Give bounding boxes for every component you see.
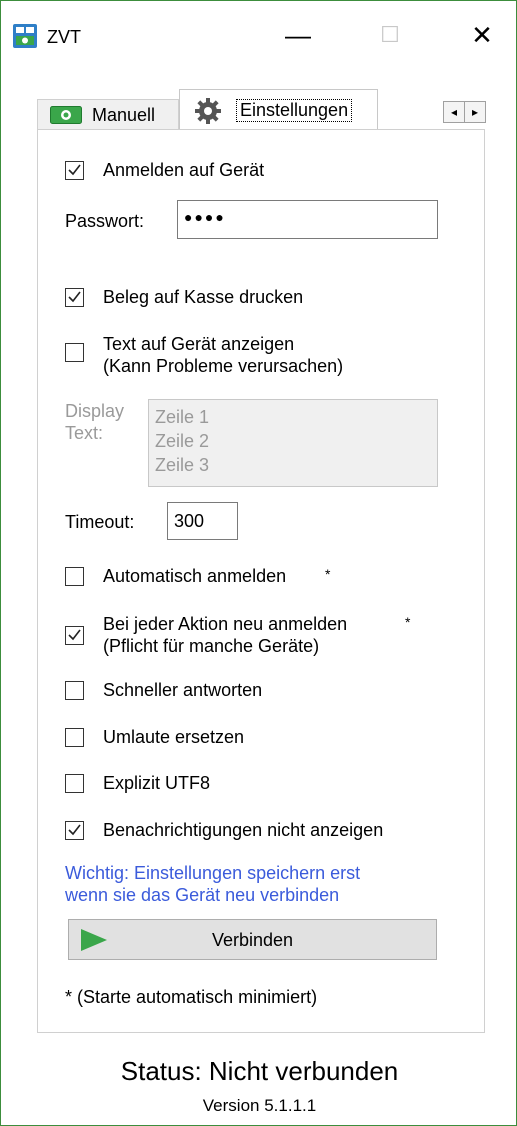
- arrow-right-icon: ▸: [471, 105, 479, 119]
- timeout-label: Timeout:: [65, 512, 135, 532]
- minimize-button[interactable]: —: [268, 15, 328, 55]
- display-text-label-2: Text:: [65, 423, 104, 443]
- neu-anmelden-hint[interactable]: (Pflicht für manche Geräte): [103, 635, 319, 657]
- benachrichtigungen-label[interactable]: Benachrichtigungen nicht anzeigen: [103, 819, 383, 841]
- tab-einstellungen-label: Einstellungen: [236, 99, 353, 122]
- tab-manuell-label: Manuell: [92, 104, 156, 125]
- umlaute-checkbox[interactable]: [65, 728, 84, 747]
- display-line-1: Zeile 1: [155, 407, 210, 427]
- hinweis-text-line1: Wichtig: Einstellungen speichern erst: [65, 863, 361, 883]
- display-text-label: Display: [65, 401, 125, 421]
- display-text-area: Zeile 1 Zeile 2 Zeile 3: [148, 399, 438, 487]
- text-anzeigen-label[interactable]: Text auf Gerät anzeigen: [103, 333, 294, 355]
- passwort-label: Passwort:: [65, 211, 145, 231]
- tab-scroll-right-button[interactable]: ▸: [464, 101, 486, 123]
- hinweis-text-line2: wenn sie das Gerät neu verbinden: [65, 885, 340, 905]
- neu-anmelden-asterisk: *: [405, 614, 411, 630]
- utf8-checkbox[interactable]: [65, 774, 84, 793]
- passwort-input[interactable]: ●●●●: [177, 200, 438, 239]
- tab-scroll-left-button[interactable]: ◂: [443, 101, 465, 123]
- timeout-input[interactable]: 300: [167, 502, 238, 540]
- text-anzeigen-hint[interactable]: (Kann Probleme verursachen): [103, 355, 343, 377]
- anmelden-checkbox[interactable]: [65, 161, 84, 180]
- display-line-2: Zeile 2: [155, 431, 210, 451]
- close-button[interactable]: ✕: [452, 15, 512, 55]
- arrow-left-icon: ◂: [450, 105, 458, 119]
- maximize-button[interactable]: ☐: [360, 15, 420, 55]
- status-text: Status: Nicht verbunden: [120, 1056, 399, 1086]
- money-icon: [50, 106, 82, 124]
- anmelden-label[interactable]: Anmelden auf Gerät: [103, 159, 264, 181]
- gear-icon: [194, 97, 222, 125]
- verbinden-button[interactable]: Verbinden: [68, 919, 437, 960]
- umlaute-label[interactable]: Umlaute ersetzen: [103, 726, 244, 748]
- passwort-value: ●●●●: [184, 209, 226, 225]
- app-icon: [12, 23, 38, 49]
- timeout-value: 300: [174, 511, 205, 531]
- benachrichtigungen-checkbox[interactable]: [65, 821, 84, 840]
- app-window: ZVT — ☐ ✕ Manuell Einstellungen ◂ ▸ Anme…: [0, 0, 517, 1126]
- footnote-text: * (Starte automatisch minimiert): [65, 987, 318, 1007]
- schneller-checkbox[interactable]: [65, 681, 84, 700]
- version-text: Version 5.1.1.1: [202, 1096, 317, 1115]
- tab-manuell[interactable]: Manuell: [37, 99, 179, 131]
- auto-anmelden-asterisk: *: [325, 566, 331, 582]
- utf8-label[interactable]: Explizit UTF8: [103, 772, 210, 794]
- schneller-label[interactable]: Schneller antworten: [103, 679, 262, 701]
- verbinden-label: Verbinden: [211, 930, 294, 950]
- tab-einstellungen[interactable]: Einstellungen: [179, 89, 378, 131]
- auto-anmelden-label[interactable]: Automatisch anmelden: [103, 565, 286, 587]
- window-title: ZVT: [47, 27, 81, 47]
- beleg-checkbox[interactable]: [65, 288, 84, 307]
- beleg-label[interactable]: Beleg auf Kasse drucken: [103, 286, 303, 308]
- neu-anmelden-checkbox[interactable]: [65, 626, 84, 645]
- neu-anmelden-label[interactable]: Bei jeder Aktion neu anmelden: [103, 613, 347, 635]
- auto-anmelden-checkbox[interactable]: [65, 567, 84, 586]
- text-anzeigen-checkbox[interactable]: [65, 343, 84, 362]
- display-line-3: Zeile 3: [155, 455, 210, 475]
